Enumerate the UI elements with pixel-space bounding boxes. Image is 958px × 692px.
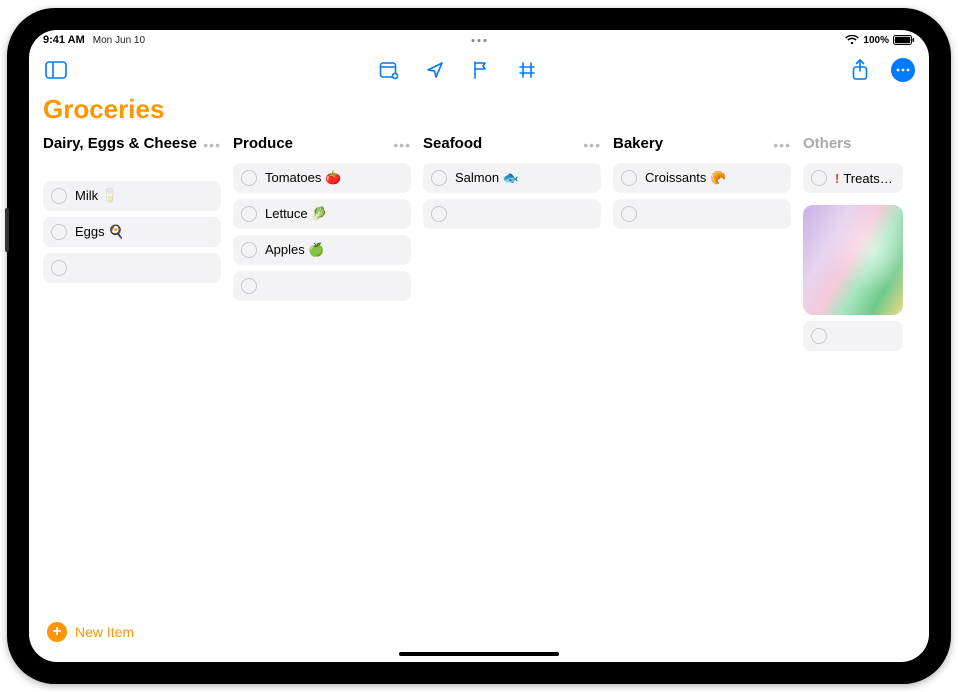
ipad-frame: 9:41 AM Mon Jun 10 100% (7, 8, 951, 684)
calendar-button[interactable] (376, 57, 402, 83)
tag-button[interactable] (514, 57, 540, 83)
section-more-button[interactable]: ••• (773, 135, 791, 153)
complete-circle-icon[interactable] (431, 206, 447, 222)
complete-circle-icon[interactable] (621, 206, 637, 222)
reminder-thumbnail[interactable] (803, 205, 903, 315)
complete-circle-icon[interactable] (51, 188, 67, 204)
section-seafood: Seafood ••• Salmon 🐟 . (423, 135, 601, 229)
section-title: Others (803, 135, 851, 154)
reminder-label: Treats for (843, 171, 895, 186)
section-title: Seafood (423, 135, 482, 154)
plus-circle-icon: + (47, 622, 67, 642)
battery-icon (893, 35, 915, 45)
multitask-dots-icon[interactable] (472, 39, 487, 42)
reminder-label: Salmon 🐟 (455, 170, 519, 186)
section-bakery: Bakery ••• Croissants 🥐 . (613, 135, 791, 229)
reminder-item[interactable]: Milk 🥛 (43, 181, 221, 211)
reminder-item-empty[interactable]: . (43, 253, 221, 283)
device-side-button (5, 208, 9, 252)
priority-indicator: ! (835, 171, 839, 186)
reminder-label: Eggs 🍳 (75, 224, 124, 240)
section-more-button[interactable]: ••• (203, 135, 221, 153)
complete-circle-icon[interactable] (811, 170, 827, 186)
sidebar-toggle-button[interactable] (43, 57, 69, 83)
list-title: Groceries (43, 94, 915, 125)
new-item-button[interactable]: + New Item (47, 622, 134, 642)
toolbar (29, 50, 929, 90)
reminder-item[interactable]: Apples 🍏 (233, 235, 411, 265)
complete-circle-icon[interactable] (51, 260, 67, 276)
section-more-button[interactable]: ••• (393, 135, 411, 153)
section-produce: Produce ••• Tomatoes 🍅 Lettuce 🥬 (233, 135, 411, 301)
reminder-item-empty[interactable]: . (233, 271, 411, 301)
reminder-item[interactable]: Eggs 🍳 (43, 217, 221, 247)
reminder-label: Lettuce 🥬 (265, 206, 327, 222)
reminder-item[interactable]: ! Treats for (803, 163, 903, 193)
wifi-icon (845, 35, 859, 45)
section-dairy: Dairy, Eggs & Cheese ••• Milk 🥛 Eggs 🍳 (43, 135, 221, 283)
status-left: 9:41 AM Mon Jun 10 (43, 34, 145, 46)
reminder-label: Tomatoes 🍅 (265, 170, 341, 186)
complete-circle-icon[interactable] (241, 278, 257, 294)
reminder-item[interactable]: Salmon 🐟 (423, 163, 601, 193)
reminder-item-empty[interactable]: . (423, 199, 601, 229)
complete-circle-icon[interactable] (431, 170, 447, 186)
complete-circle-icon[interactable] (241, 206, 257, 222)
reminder-item-empty[interactable]: . (803, 321, 903, 351)
section-others: Others ! Treats for . (803, 135, 903, 351)
status-time: 9:41 AM (43, 34, 85, 46)
complete-circle-icon[interactable] (241, 170, 257, 186)
status-bar: 9:41 AM Mon Jun 10 100% (29, 30, 929, 50)
complete-circle-icon[interactable] (621, 170, 637, 186)
location-button[interactable] (422, 57, 448, 83)
flag-button[interactable] (468, 57, 494, 83)
reminder-item[interactable]: Tomatoes 🍅 (233, 163, 411, 193)
battery-percent: 100% (863, 35, 889, 46)
home-indicator[interactable] (399, 652, 559, 656)
reminder-item-empty[interactable]: . (613, 199, 791, 229)
complete-circle-icon[interactable] (811, 328, 827, 344)
reminder-item[interactable]: Croissants 🥐 (613, 163, 791, 193)
status-date: Mon Jun 10 (93, 35, 145, 46)
new-item-label: New Item (75, 624, 134, 640)
section-more-button[interactable]: ••• (583, 135, 601, 153)
footer: + New Item (43, 610, 915, 654)
reminder-label: Apples 🍏 (265, 242, 325, 258)
sections-row: Dairy, Eggs & Cheese ••• Milk 🥛 Eggs 🍳 (43, 135, 915, 610)
reminder-label: Croissants 🥐 (645, 170, 726, 186)
more-button[interactable] (891, 58, 915, 82)
complete-circle-icon[interactable] (241, 242, 257, 258)
section-title: Produce (233, 135, 293, 154)
reminder-item[interactable]: Lettuce 🥬 (233, 199, 411, 229)
complete-circle-icon[interactable] (51, 224, 67, 240)
reminder-label: Milk 🥛 (75, 188, 118, 204)
section-title: Bakery (613, 135, 663, 154)
section-title: Dairy, Eggs & Cheese (43, 135, 197, 154)
screen: 9:41 AM Mon Jun 10 100% (29, 30, 929, 662)
content: Groceries Dairy, Eggs & Cheese ••• Milk … (29, 90, 929, 662)
toolbar-center-group (376, 57, 540, 83)
share-button[interactable] (847, 57, 873, 83)
status-right: 100% (845, 35, 915, 46)
